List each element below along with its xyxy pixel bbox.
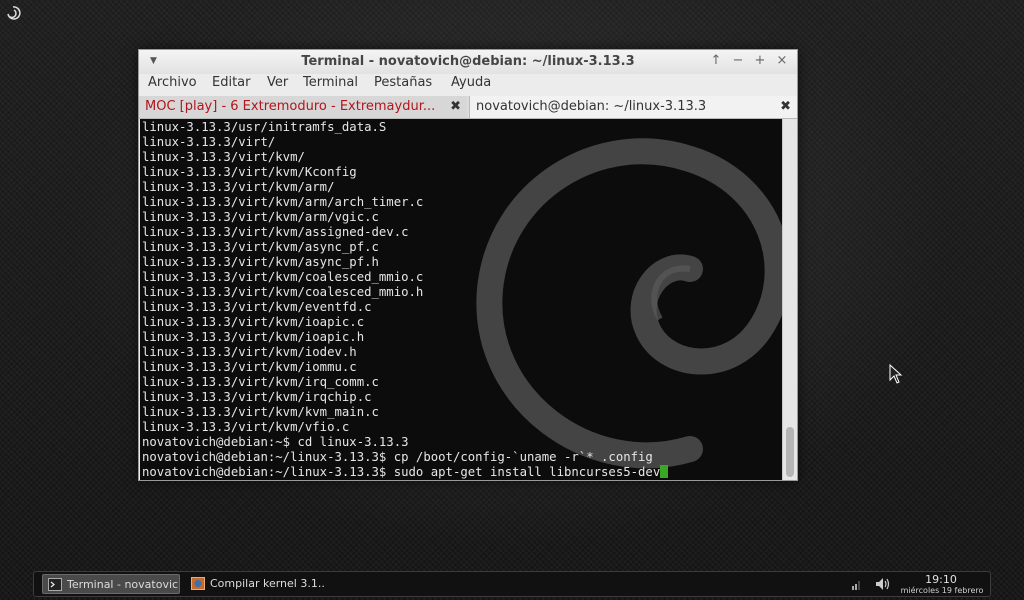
menu-editar[interactable]: Editar (212, 75, 251, 90)
terminal-line: linux-3.13.3/virt/kvm/Kconfig (142, 165, 357, 179)
menu-pestanas[interactable]: Pestañas (374, 75, 432, 90)
taskbar-item-browser[interactable]: Compilar kernel 3.1... (186, 574, 324, 594)
window-title: Terminal - novatovich@debian: ~/linux-3.… (301, 54, 635, 69)
tab-label: novatovich@debian: ~/linux-3.13.3 (476, 99, 707, 114)
terminal-line: linux-3.13.3/usr/initramfs_data.S (142, 120, 387, 134)
browser-icon (191, 577, 205, 590)
terminal-line: linux-3.13.3/virt/kvm/arm/ (142, 180, 335, 194)
clock-time[interactable]: 19:10 (900, 573, 982, 586)
keep-above-button[interactable]: ↑ (708, 53, 724, 69)
terminal-line: linux-3.13.3/virt/kvm/vfio.c (142, 420, 350, 434)
terminal-line: linux-3.13.3/virt/kvm/kvm_main.c (142, 405, 379, 419)
terminal-line: linux-3.13.3/virt/kvm/irq_comm.c (142, 375, 379, 389)
terminal-line: linux-3.13.3/virt/kvm/iommu.c (142, 360, 357, 374)
terminal-prompt: novatovich@debian:~/linux-3.13.3$ sudo a… (142, 465, 661, 479)
clock-date[interactable]: miércoles 19 febrero (894, 586, 990, 595)
terminal-line: novatovich@debian:~$ cd linux-3.13.3 (142, 435, 409, 449)
volume-icon[interactable] (875, 577, 891, 591)
tab-terminal-active[interactable]: novatovich@debian: ~/linux-3.13.3 ✖ (469, 96, 797, 118)
terminal-line: linux-3.13.3/virt/kvm/iodev.h (142, 345, 357, 359)
terminal-line: linux-3.13.3/virt/kvm/ioapic.h (142, 330, 365, 344)
terminal-line: linux-3.13.3/virt/kvm/arm/vgic.c (142, 210, 379, 224)
network-signal-icon[interactable] (852, 578, 862, 590)
terminal-line: linux-3.13.3/virt/kvm/eventfd.c (142, 300, 372, 314)
terminal-line: linux-3.13.3/virt/kvm/coalesced_mmio.c (142, 270, 424, 284)
menu-ver[interactable]: Ver (267, 75, 288, 90)
terminal-line: linux-3.13.3/virt/kvm/async_pf.c (142, 240, 379, 254)
terminal-scrollbar[interactable] (782, 119, 797, 480)
terminal-lines: linux-3.13.3/usr/initramfs_data.S linux-… (142, 120, 669, 480)
maximize-button[interactable]: + (752, 53, 768, 69)
terminal-line: linux-3.13.3/virt/kvm/assigned-dev.c (142, 225, 409, 239)
terminal-line: linux-3.13.3/virt/kvm/ (142, 150, 305, 164)
menu-terminal[interactable]: Terminal (303, 75, 358, 90)
tab-moc-player[interactable]: MOC [play] - 6 Extremoduro - Extremaydur… (139, 96, 467, 118)
menu-archivo[interactable]: Archivo (148, 75, 197, 90)
terminal-line: linux-3.13.3/virt/kvm/coalesced_mmio.h (142, 285, 424, 299)
taskbar: Terminal - novatovic... Compilar kernel … (33, 571, 991, 597)
tab-close-icon[interactable]: ✖ (780, 96, 791, 118)
minimize-button[interactable]: − (730, 53, 746, 69)
terminal-icon (48, 578, 62, 591)
terminal-line: novatovich@debian:~/linux-3.13.3$ cp /bo… (142, 450, 653, 464)
terminal-line: linux-3.13.3/virt/kvm/irqchip.c (142, 390, 372, 404)
menubar: Archivo Editar Ver Terminal Pestañas Ayu… (139, 74, 797, 96)
taskbar-item-label: Terminal - novatovic... (67, 578, 180, 591)
terminal-line: linux-3.13.3/virt/ (142, 135, 276, 149)
close-button[interactable]: × (774, 53, 790, 69)
mouse-pointer-icon (889, 364, 903, 384)
debian-logo-icon (7, 6, 21, 20)
terminal-window: ▼ Terminal - novatovich@debian: ~/linux-… (138, 49, 798, 481)
taskbar-item-terminal[interactable]: Terminal - novatovic... (42, 574, 180, 594)
menu-ayuda[interactable]: Ayuda (451, 75, 491, 90)
terminal-line: linux-3.13.3/virt/kvm/ioapic.c (142, 315, 365, 329)
tab-label: MOC [play] - 6 Extremoduro - Extremaydur… (145, 99, 436, 114)
terminal-cursor (660, 465, 669, 478)
tab-close-icon[interactable]: ✖ (450, 96, 461, 118)
taskbar-item-label: Compilar kernel 3.1... (210, 577, 324, 590)
terminal-output[interactable]: linux-3.13.3/usr/initramfs_data.S linux-… (140, 119, 782, 480)
scrollbar-thumb[interactable] (786, 427, 794, 477)
terminal-prompt-line[interactable]: novatovich@debian:~/linux-3.13.3$ sudo a… (142, 465, 669, 480)
terminal-line: linux-3.13.3/virt/kvm/arm/arch_timer.c (142, 195, 424, 209)
window-titlebar[interactable]: ▼ Terminal - novatovich@debian: ~/linux-… (139, 50, 797, 74)
tab-bar: MOC [play] - 6 Extremoduro - Extremaydur… (139, 96, 797, 119)
terminal-line: linux-3.13.3/virt/kvm/async_pf.h (142, 255, 379, 269)
